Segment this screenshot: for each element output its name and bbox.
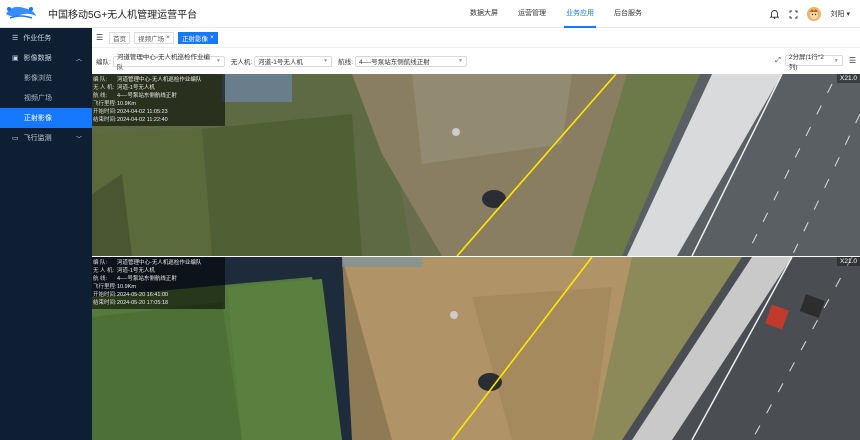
sidebar-subitem-image-browse[interactable]: 影像浏览 bbox=[0, 68, 92, 88]
tab-label: 视频广场 bbox=[138, 35, 165, 43]
tab-label: 正射影像 bbox=[181, 35, 208, 43]
sidebar-item-label: 影像数据 bbox=[23, 55, 52, 62]
nav-backend[interactable]: 后台服务 bbox=[604, 0, 652, 28]
expand-icon[interactable]: ⤢ bbox=[775, 57, 781, 65]
info-key: 飞行里程: bbox=[93, 284, 117, 290]
team-select-value: 河道管理中心-无人机巡检作业编队 bbox=[116, 54, 210, 71]
close-icon[interactable]: × bbox=[210, 34, 214, 41]
info-value: 河道-1号无人机 bbox=[117, 268, 155, 274]
top-header: 中国移动5G+无人机管理运营平台 数据大屏 运营管理 业务应用 后台服务 刘阳 … bbox=[0, 0, 860, 28]
info-key: 航 线: bbox=[93, 276, 108, 282]
sidebar-item-tasks[interactable]: ☰ 作业任务 bbox=[0, 28, 92, 48]
sidebar-item-flight-monitor[interactable]: ▭ 飞行监测 ﹀ bbox=[0, 128, 92, 148]
image-icon: ▣ bbox=[12, 55, 19, 62]
list-icon: ☰ bbox=[12, 35, 19, 42]
info-row: 无 人 机: 河道-1号无人机 bbox=[93, 84, 224, 92]
info-key: 开始时间: bbox=[93, 292, 117, 298]
info-value: 河道-1号无人机 bbox=[117, 85, 155, 91]
tab-label: 首页 bbox=[113, 35, 127, 43]
filter-bar: 编队: 河道管理中心-无人机巡检作业编队 ▼ 无人机: 河道-1号无人机 ▼ 航线:… bbox=[92, 48, 860, 74]
chevron-down-icon: ▼ bbox=[215, 58, 221, 64]
tab-ortho-image[interactable]: 正射影像 × bbox=[177, 31, 218, 44]
split-screen-select[interactable]: 2分屏(1行*2列) ▼ bbox=[784, 54, 843, 71]
team-label: 编队: bbox=[96, 59, 111, 66]
list-view-icon[interactable]: ☰ bbox=[849, 56, 856, 65]
chevron-up-icon: ︿ bbox=[75, 56, 82, 63]
info-row: 结束时间: 2024-05-20 17:05:18 bbox=[93, 299, 224, 307]
route-select-value: 4—-号泵站东侧航线正射 bbox=[358, 59, 430, 66]
info-row: 编 队: 河道管理中心-无人机巡检作业编队 bbox=[93, 76, 224, 84]
info-key: 开始时间: bbox=[93, 109, 117, 115]
info-key: 无 人 机: bbox=[93, 85, 115, 91]
sidebar-item-label: 作业任务 bbox=[23, 35, 52, 42]
tabs-bar: ☰ 首页 视频广场 × 正射影像 × bbox=[92, 28, 860, 48]
info-value: 2024-05-20 16:41:00 bbox=[117, 292, 169, 298]
team-select[interactable]: 河道管理中心-无人机巡检作业编队 ▼ bbox=[112, 54, 225, 71]
flight-info-box: 编 队: 河道管理中心-无人机巡检作业编队 无 人 机: 河道-1号无人机 航 线:… bbox=[92, 257, 225, 309]
app-title: 中国移动5G+无人机管理运营平台 bbox=[48, 10, 198, 21]
fullscreen-icon[interactable] bbox=[788, 9, 798, 19]
flight-info-box: 编 队: 河道管理中心-无人机巡检作业编队 无 人 机: 河道-1号无人机 航 线:… bbox=[92, 74, 225, 126]
chevron-down-icon: ▾ bbox=[846, 11, 850, 18]
menu-collapse-icon[interactable]: ☰ bbox=[96, 33, 103, 42]
info-row: 飞行里程: 10.9Km bbox=[93, 100, 224, 108]
info-key: 飞行里程: bbox=[93, 101, 117, 107]
bell-icon[interactable] bbox=[769, 9, 779, 19]
info-key: 结束时间: bbox=[93, 300, 117, 306]
drone-select-value: 河道-1号无人机 bbox=[258, 59, 303, 66]
info-value: 河道管理中心-无人机巡检作业编队 bbox=[117, 260, 202, 266]
nav-business[interactable]: 业务应用 bbox=[556, 0, 604, 28]
user-menu[interactable]: 刘阳 ▾ bbox=[830, 9, 850, 19]
drone-select[interactable]: 河道-1号无人机 ▼ bbox=[254, 55, 333, 67]
info-row: 开始时间: 2024-04-02 11:05:23 bbox=[93, 108, 224, 116]
user-name: 刘阳 bbox=[830, 11, 845, 18]
info-row: 航 线: 4—-号泵站东侧航线正射 bbox=[93, 92, 224, 100]
sidebar-item-label: 飞行监测 bbox=[23, 135, 52, 142]
info-row: 无 人 机: 河道-1号无人机 bbox=[93, 267, 224, 275]
sidebar-item-image-data[interactable]: ▣ 影像数据 ︿ bbox=[0, 48, 92, 68]
info-value: 河道管理中心-无人机巡检作业编队 bbox=[117, 77, 202, 83]
route-select[interactable]: 4—-号泵站东侧航线正射 ▼ bbox=[354, 55, 467, 67]
info-row: 航 线: 4—-号泵站东侧航线正射 bbox=[93, 275, 224, 283]
info-key: 航 线: bbox=[93, 93, 108, 99]
drone-label: 无人机: bbox=[230, 59, 253, 66]
chevron-down-icon: ▼ bbox=[833, 57, 839, 64]
info-row: 飞行里程: 10.9Km bbox=[93, 283, 224, 291]
info-row: 编 队: 河道管理中心-无人机巡检作业编队 bbox=[93, 259, 224, 267]
top-nav: 数据大屏 运营管理 业务应用 后台服务 bbox=[460, 0, 652, 28]
chevron-down-icon: ▼ bbox=[323, 58, 329, 64]
monitor-icon: ▭ bbox=[12, 135, 19, 142]
info-row: 结束时间: 2024-04-02 11:22:40 bbox=[93, 116, 224, 124]
avatar[interactable] bbox=[807, 7, 822, 21]
tab-home[interactable]: 首页 bbox=[109, 31, 131, 44]
info-value: 2024-04-02 11:05:23 bbox=[117, 109, 168, 115]
sidebar: ☰ 作业任务 ▣ 影像数据 ︿ 影像浏览 视频广场 正射影像 ▭ 飞行监测 ﹀ bbox=[0, 28, 92, 440]
info-key: 编 队: bbox=[93, 77, 108, 83]
zoom-level: X21.0 bbox=[837, 74, 860, 83]
sidebar-subitem-video-square[interactable]: 视频广场 bbox=[0, 88, 92, 108]
info-value: 2024-04-02 11:22:40 bbox=[117, 117, 168, 123]
chevron-down-icon: ▼ bbox=[457, 58, 463, 64]
nav-data-screen[interactable]: 数据大屏 bbox=[460, 0, 508, 28]
chevron-down-icon: ﹀ bbox=[75, 136, 82, 143]
route-label: 航线: bbox=[338, 59, 353, 66]
nav-operation[interactable]: 运营管理 bbox=[508, 0, 556, 28]
info-value: 4—-号泵站东侧航线正射 bbox=[117, 93, 177, 99]
info-row: 开始时间: 2024-05-20 16:41:00 bbox=[93, 291, 224, 299]
info-value: 4—-号泵站东侧航线正射 bbox=[117, 276, 177, 282]
info-value: 10.9Km bbox=[117, 284, 136, 290]
sidebar-subitem-ortho-image[interactable]: 正射影像 bbox=[0, 108, 92, 128]
tab-video-square[interactable]: 视频广场 × bbox=[134, 31, 174, 44]
split-select-value: 2分屏(1行*2列) bbox=[788, 53, 824, 71]
ortho-panel-1[interactable]: 编 队: 河道管理中心-无人机巡检作业编队 无 人 机: 河道-1号无人机 航 线:… bbox=[92, 74, 860, 256]
info-key: 无 人 机: bbox=[93, 268, 115, 274]
info-key: 结束时间: bbox=[93, 117, 117, 123]
info-key: 编 队: bbox=[93, 260, 108, 266]
ortho-panel-2[interactable]: 编 队: 河道管理中心-无人机巡检作业编队 无 人 机: 河道-1号无人机 航 线:… bbox=[92, 257, 860, 440]
info-value: 2024-05-20 17:05:18 bbox=[117, 300, 169, 306]
info-value: 10.9Km bbox=[117, 101, 136, 107]
drone-logo-icon bbox=[0, 0, 40, 28]
close-icon[interactable]: × bbox=[166, 34, 170, 41]
zoom-level: X21.0 bbox=[837, 257, 860, 266]
